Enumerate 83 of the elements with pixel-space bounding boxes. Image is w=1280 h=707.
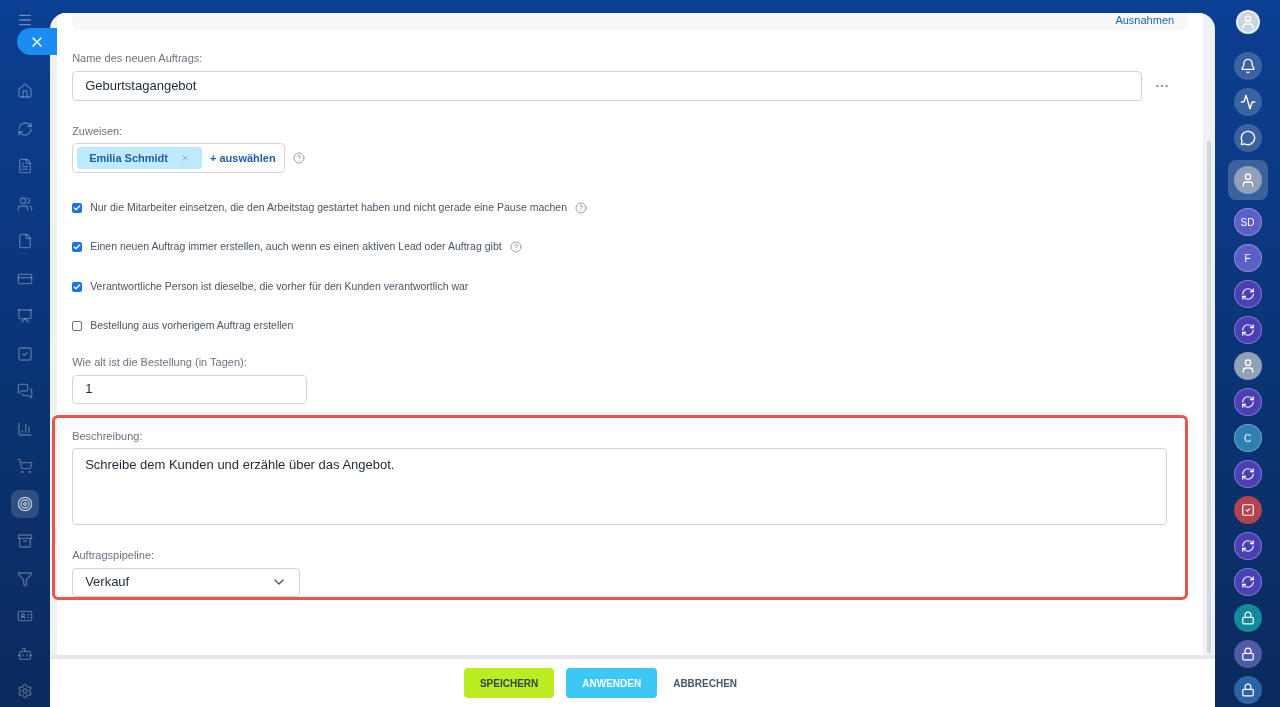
avatar-button[interactable]: [1233, 352, 1262, 380]
pulse-icon: [1239, 94, 1256, 110]
lock-icon: [1240, 611, 1255, 625]
chat-icon: [17, 383, 33, 399]
nav-button[interactable]: [11, 489, 39, 518]
cycle-icon: [1240, 323, 1255, 337]
save-button[interactable]: SPEICHERN: [463, 668, 555, 698]
assignee-field[interactable]: Emilia Schmidt + auswählen: [72, 143, 285, 173]
select-value: Verkauf: [85, 573, 130, 592]
lock-button[interactable]: [1233, 640, 1262, 668]
avatar-button[interactable]: [1227, 160, 1268, 200]
file-icon: [17, 233, 33, 249]
lock-button[interactable]: [1233, 676, 1262, 704]
remove-icon[interactable]: [180, 153, 190, 163]
field-label: Beschreibung:: [72, 428, 144, 444]
cycle-icon: [1240, 467, 1255, 481]
description-textarea[interactable]: Schreibe dem Kunden und erzähle über das Angebot.: [72, 448, 1168, 525]
checkbox[interactable]: [72, 242, 83, 253]
help-icon[interactable]: [292, 152, 305, 164]
cycle-icon: [1240, 287, 1255, 301]
checkbox-label: Verantwortliche Person ist dieselbe, die vorher für den Kunden verantwortlich war: [90, 278, 469, 294]
checkbox-icon: [1240, 503, 1255, 517]
task-button[interactable]: [1233, 496, 1262, 524]
cycle-icon: [1240, 395, 1255, 409]
bar-chart-icon: [17, 420, 33, 437]
cancel-button[interactable]: ABBRECHEN: [669, 668, 742, 698]
presentation-icon: [17, 308, 33, 324]
target-icon: [17, 495, 33, 512]
exceptions-link[interactable]: Ausnahmen: [1115, 13, 1175, 29]
users-icon: [17, 195, 33, 212]
field-label: Zuweisen:: [72, 123, 124, 139]
name-input[interactable]: Geburtstagangebot: [72, 70, 1143, 101]
channel-button[interactable]: [1233, 532, 1262, 560]
avatar-initials[interactable]: F: [1233, 244, 1262, 272]
assignee-tag[interactable]: Emilia Schmidt: [77, 147, 202, 169]
cycle-icon: [1240, 575, 1255, 589]
pipeline-select[interactable]: Verkauf: [72, 567, 301, 597]
lock-icon: [1240, 683, 1255, 697]
chat-icon: [1239, 130, 1256, 146]
days-input[interactable]: 1: [72, 374, 308, 404]
robot-icon: [17, 645, 33, 662]
activity-button[interactable]: [1233, 88, 1262, 116]
checkbox[interactable]: [72, 202, 83, 213]
scrollbar[interactable]: [1207, 141, 1212, 653]
add-assignee-link[interactable]: + auswählen: [210, 149, 280, 167]
channel-button[interactable]: [1233, 568, 1262, 596]
lock-icon: [1240, 647, 1255, 661]
avatar-initials[interactable]: C: [1233, 424, 1262, 452]
archive-icon: [17, 533, 33, 549]
cycle-icon: [17, 120, 33, 137]
check-icon: [73, 282, 82, 291]
field-label: Wie alt ist die Bestellung (in Tagen):: [72, 355, 248, 370]
checkbox-label: Bestellung aus vorherigem Auftrag erstellen: [90, 318, 294, 334]
avatar-initials[interactable]: SD: [1233, 208, 1262, 236]
channel-button[interactable]: [1233, 316, 1262, 344]
filter-icon: [17, 570, 33, 587]
menu-icon[interactable]: [17, 12, 33, 28]
help-icon[interactable]: [575, 201, 587, 214]
bell-icon: [1239, 58, 1256, 74]
check-icon: [73, 243, 82, 252]
cycle-icon: [1240, 539, 1255, 553]
document-icon: [17, 158, 33, 174]
help-icon[interactable]: [509, 241, 522, 254]
settings-icon: [17, 683, 33, 699]
checkbox[interactable]: [72, 281, 83, 292]
channel-button[interactable]: [1233, 280, 1262, 308]
channel-button[interactable]: [1233, 460, 1262, 488]
field-label: Name des neuen Auftrags:: [72, 51, 204, 66]
user-avatar[interactable]: [1235, 10, 1260, 34]
checkbox-icon: [17, 345, 33, 362]
home-icon: [17, 83, 33, 99]
checkbox-label: Nur die Mitarbeiter einsetzen, die den Arbeitstag gestartet haben und nicht gerade eine Pause machen: [90, 199, 567, 215]
field-label: Auftragspipeline:: [72, 548, 156, 563]
id-card-icon: [17, 608, 33, 624]
channel-button[interactable]: [1233, 388, 1262, 416]
close-button[interactable]: [17, 28, 57, 55]
notification-button[interactable]: [1233, 52, 1262, 80]
cart-icon: [17, 458, 33, 474]
check-icon: [73, 203, 82, 212]
lock-button[interactable]: [1233, 604, 1262, 632]
checkbox-label: Einen neuen Auftrag immer erstellen, auch wenn es einen aktiven Lead oder Auftrag gibt: [90, 239, 502, 255]
chat-button[interactable]: [1233, 124, 1262, 152]
checkbox[interactable]: [72, 321, 83, 332]
